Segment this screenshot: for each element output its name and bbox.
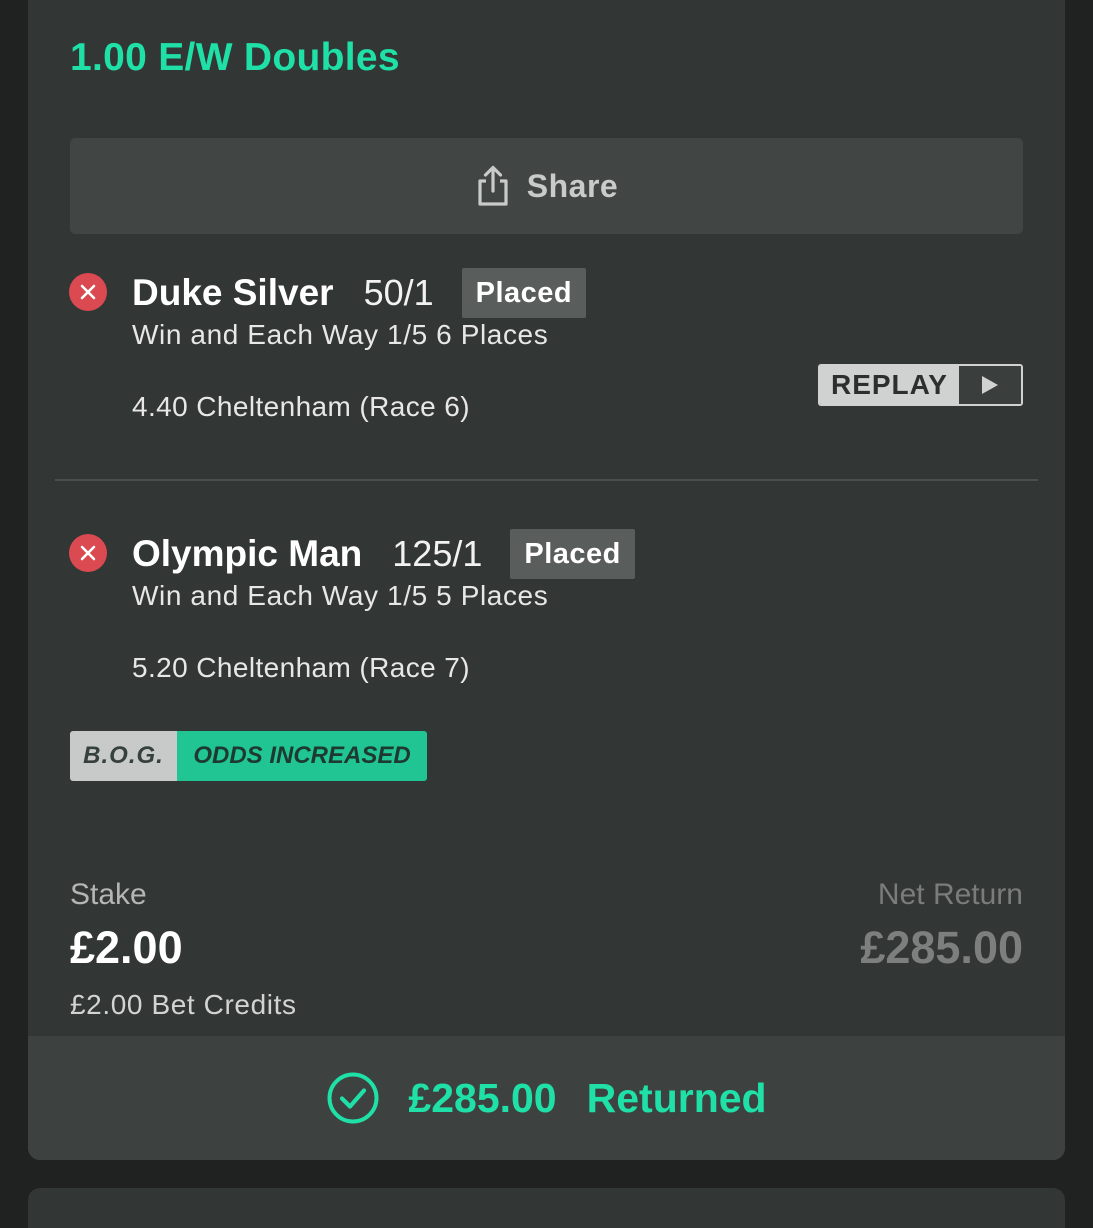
result-badge: Placed: [510, 529, 635, 579]
share-button[interactable]: Share: [70, 138, 1023, 234]
race-info: 4.40 Cheltenham (Race 6): [132, 391, 470, 422]
selection-header: Duke Silver 50/1 Placed: [132, 268, 587, 318]
net-return-value: £285.00: [860, 922, 1023, 973]
race-info: 5.20 Cheltenham (Race 7): [132, 652, 470, 683]
next-bet-card: [28, 1188, 1065, 1228]
selection-header: Olympic Man 125/1 Placed: [132, 529, 635, 579]
share-label: Share: [526, 167, 619, 204]
bet-credits: £2.00 Bet Credits: [70, 989, 297, 1020]
bog-badge: B.O.G. ODDS INCREASED: [70, 731, 427, 781]
share-icon: [475, 165, 511, 207]
returned-bar: £285.00 Returned: [28, 1036, 1065, 1160]
selection-odds: 50/1: [363, 272, 434, 313]
market-description: Win and Each Way 1/5 6 Places: [132, 319, 549, 350]
returned-label: Returned: [586, 1074, 767, 1121]
market-description: Win and Each Way 1/5 5 Places: [132, 580, 549, 611]
replay-button[interactable]: REPLAY: [818, 364, 1023, 406]
result-badge: Placed: [461, 268, 587, 318]
stake-value: £2.00: [70, 922, 183, 973]
returned-amount: £285.00: [408, 1074, 557, 1121]
selection-odds: 125/1: [392, 533, 483, 574]
replay-label: REPLAY: [820, 366, 959, 404]
bog-label: B.O.G.: [70, 731, 177, 781]
check-circle-icon: [326, 1071, 380, 1125]
selection-divider: [55, 479, 1038, 481]
close-circle-icon: [69, 273, 107, 311]
stake-label: Stake: [70, 878, 147, 911]
bet-title: 1.00 E/W Doubles: [70, 36, 400, 79]
net-return-label: Net Return: [877, 878, 1023, 911]
close-circle-icon: [69, 534, 107, 572]
odds-increased-label: ODDS INCREASED: [177, 731, 427, 781]
bet-card: 1.00 E/W Doubles Share Duke Silver 50/1 …: [28, 0, 1065, 1160]
play-icon: [959, 366, 1021, 404]
horse-name: Duke Silver: [132, 272, 334, 313]
horse-name: Olympic Man: [132, 533, 363, 574]
